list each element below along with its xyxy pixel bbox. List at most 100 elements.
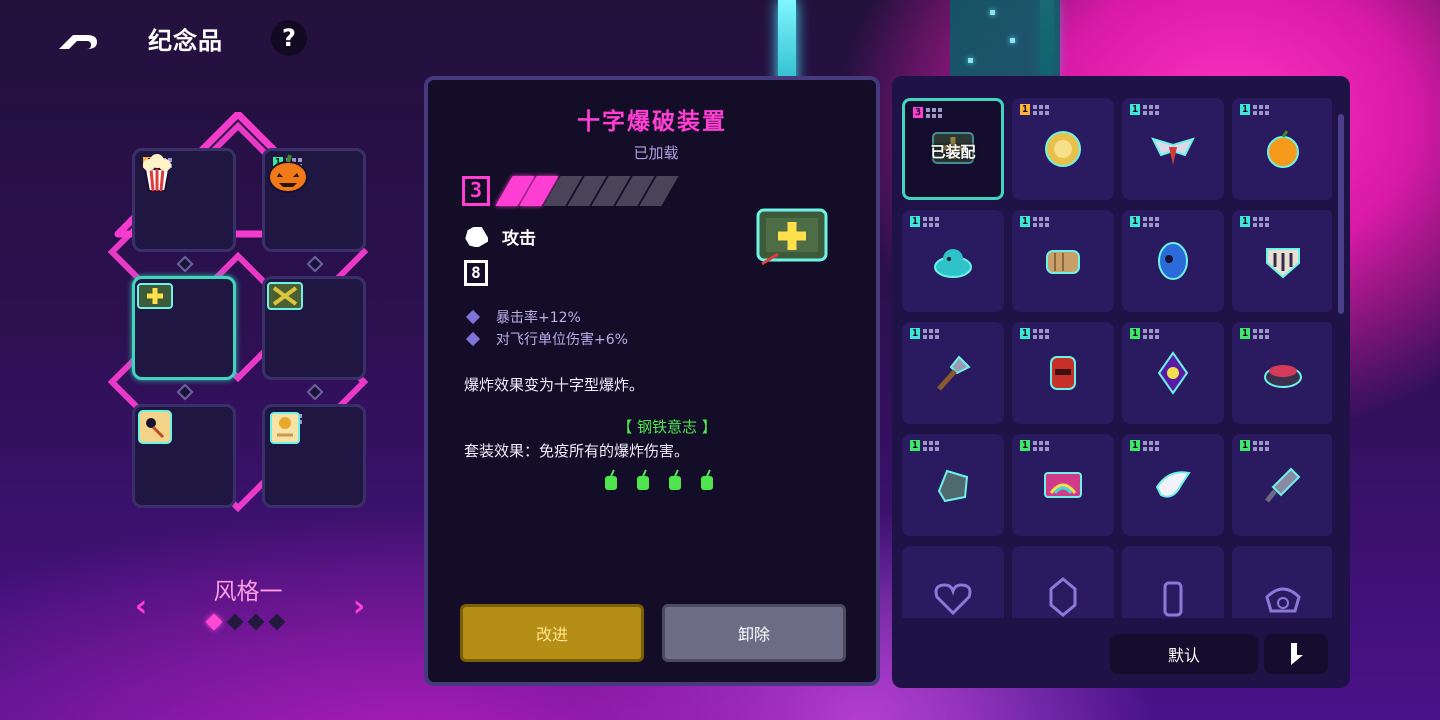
item-detail-panel: 十字爆破装置 已加载 3 攻击 8 暴击率+12% 对飞行单位伤害+6% 爆炸效… (424, 76, 880, 686)
background-light (1010, 38, 1015, 43)
locked-heart-icon (934, 583, 972, 616)
inventory-item-gold-coin[interactable]: 1 (1012, 98, 1114, 200)
inventory-scrollbar[interactable] (1338, 114, 1344, 314)
loadout-slot-1[interactable]: 4 (132, 148, 236, 252)
tier-number: 1 (1240, 216, 1251, 227)
inventory-item-golden-apple[interactable]: 1 (1232, 98, 1332, 200)
loadout-slot-2[interactable]: 1 (262, 148, 366, 252)
inventory-item-dove[interactable]: 1 (1122, 434, 1224, 536)
tier-badge: 1 (910, 328, 940, 339)
loadout-slot-6[interactable]: 1 (262, 404, 366, 508)
inventory-item-crown-shield[interactable]: 1 (1232, 210, 1332, 312)
tier-number: 1 (1130, 328, 1141, 339)
inventory-panel: 3 已装配 1 1 1 1 1 1 1 1 1 1 1 1 1 1 1 默认 (892, 76, 1350, 688)
crown-shield-icon (1266, 248, 1300, 279)
tier-badge: 3 (913, 107, 943, 118)
inventory-item-bolt[interactable]: 1 (1232, 434, 1332, 536)
tier-number: 1 (1130, 440, 1141, 451)
upgrade-button[interactable]: 改进 (460, 604, 644, 662)
inventory-item-locked-phone[interactable] (1232, 546, 1332, 618)
help-button[interactable]: ? (271, 20, 307, 56)
tier-number: 1 (1020, 216, 1031, 227)
dove-icon (1155, 471, 1191, 498)
item-level: 3 (462, 176, 490, 206)
set-piece-icon (637, 469, 649, 490)
item-name: 十字爆破装置 (577, 109, 727, 135)
inventory-item-blue-mask[interactable]: 1 (1122, 210, 1224, 312)
loadout-slot-4[interactable]: 3 (262, 276, 366, 380)
rainbow-card-icon (1044, 472, 1082, 498)
stat-list: 暴击率+12% 对飞行单位伤害+6% (465, 306, 628, 350)
default-sort-button[interactable]: 默认 (1110, 634, 1258, 674)
crate-icon (267, 282, 303, 310)
red-barrel-icon (1050, 356, 1076, 390)
tier-number: 1 (1020, 104, 1031, 115)
sort-order-button[interactable] (1264, 634, 1328, 674)
tier-badge: 1 (1240, 440, 1270, 451)
inventory-item-locked-heart[interactable] (902, 546, 1004, 618)
slot-type-badge: 8 (464, 260, 488, 286)
page-dot[interactable] (226, 613, 244, 631)
inventory-item-slime-hat[interactable]: 1 (902, 210, 1004, 312)
locked-bottle-icon (1163, 581, 1183, 617)
paper-scroll-icon (270, 412, 300, 444)
axe-icon (937, 355, 971, 391)
cake-pot-icon (1264, 365, 1302, 388)
upgrade-bar (495, 176, 679, 206)
purple-gem-eye-icon (1157, 351, 1189, 395)
tier-number: 1 (910, 216, 921, 227)
inventory-item-red-barrel[interactable]: 1 (1012, 322, 1114, 424)
tier-number: 1 (1130, 216, 1141, 227)
diamond-bullet-icon (465, 331, 481, 347)
tier-number: 1 (1130, 104, 1141, 115)
inventory-item-axe[interactable]: 1 (902, 322, 1004, 424)
tier-badge: 1 (1240, 216, 1270, 227)
tier-badge: 1 (1130, 328, 1160, 339)
tier-number: 1 (1020, 440, 1031, 451)
background-light (968, 58, 973, 63)
item-tag-label: 攻击 (502, 229, 536, 249)
map-scroll-icon (138, 410, 172, 444)
remove-button[interactable]: 卸除 (662, 604, 846, 662)
inventory-item-eagle-badge[interactable]: 1 (1122, 98, 1224, 200)
tier-number: 1 (1020, 328, 1031, 339)
item-tag: 攻击 (464, 224, 536, 249)
bolt-icon (1265, 467, 1301, 503)
page-dot[interactable] (247, 613, 265, 631)
inventory-item-locked-crystal[interactable] (1012, 546, 1114, 618)
locked-phone-icon (1265, 587, 1301, 613)
inventory-item-cross-blast-device[interactable]: 3 已装配 (902, 98, 1004, 200)
inventory-item-locked-bottle[interactable] (1122, 546, 1224, 618)
tier-badge: 1 (1020, 440, 1050, 451)
item-description: 爆炸效果变为十字型爆炸。 (464, 376, 645, 394)
stat-row: 暴击率+12% (465, 306, 628, 328)
page-title: 纪念品 (148, 26, 223, 55)
tier-badge: 1 (1130, 216, 1160, 227)
inventory-item-purple-gem-eye[interactable]: 1 (1122, 322, 1224, 424)
gold-coin-icon (1045, 131, 1081, 167)
page-dot[interactable] (268, 613, 286, 631)
tier-number: 1 (1240, 104, 1251, 115)
blue-mask-icon (1158, 242, 1188, 280)
style-page-indicator (205, 613, 286, 631)
equipped-label: 已装配 (930, 143, 976, 161)
loadout-slot-5[interactable]: 1 (132, 404, 236, 508)
inventory-item-rainbow-card[interactable]: 1 (1012, 434, 1114, 536)
page-dot[interactable] (205, 613, 223, 631)
tier-number: 1 (910, 328, 921, 339)
cross-blast-device-icon (756, 208, 828, 266)
top-bar: 纪念品 ? (56, 18, 307, 58)
item-status: 已加载 (633, 144, 679, 162)
inventory-grid: 3 已装配 1 1 1 1 1 1 1 1 1 1 1 1 1 1 1 (902, 98, 1332, 618)
inventory-item-stone[interactable]: 1 (902, 434, 1004, 536)
inventory-item-cake-pot[interactable]: 1 (1232, 322, 1332, 424)
prev-style-arrow[interactable]: ‹ (128, 592, 154, 622)
tier-badge: 1 (910, 216, 940, 227)
background-tower (950, 0, 1060, 80)
stone-icon (937, 469, 969, 503)
back-button[interactable] (56, 18, 102, 58)
inventory-item-bread[interactable]: 1 (1012, 210, 1114, 312)
next-style-arrow[interactable]: › (346, 592, 372, 622)
tier-badge: 1 (1020, 216, 1050, 227)
loadout-slot-3[interactable]: 3 (132, 276, 236, 380)
